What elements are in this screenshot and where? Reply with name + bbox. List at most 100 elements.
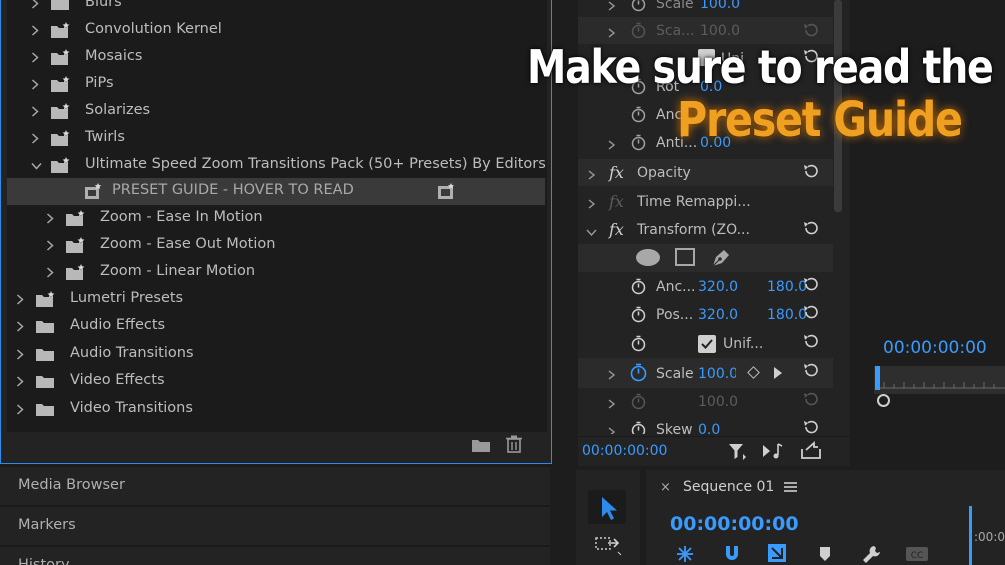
hamburger-menu-icon[interactable]	[784, 481, 797, 497]
tree-item-twirls[interactable]: Twirls	[7, 125, 547, 152]
export-icon[interactable]	[800, 440, 822, 464]
tree-item-zoom-linear[interactable]: Zoom - Linear Motion	[7, 259, 547, 286]
chevron-right-icon[interactable]	[16, 404, 26, 415]
chevron-down-icon[interactable]	[31, 162, 42, 172]
chevron-right-icon[interactable]	[46, 213, 56, 224]
close-icon[interactable]: ×	[660, 480, 671, 495]
chevron-right-icon[interactable]	[16, 376, 26, 387]
tree-item-zoom-ease-out[interactable]: Zoom - Ease Out Motion	[7, 232, 547, 259]
uniform-scale-checkbox[interactable]	[698, 335, 716, 353]
tree-item-audio-effects[interactable]: Audio Effects	[7, 313, 547, 340]
track-select-tool-icon[interactable]	[594, 534, 622, 560]
ec-row-opacity[interactable]: fx Opacity	[578, 159, 833, 186]
tree-item-video-effects[interactable]: Video Effects	[7, 368, 547, 395]
tree-item-ultimate-speed-zoom-pack[interactable]: Ultimate Speed Zoom Transitions Pack (50…	[7, 152, 547, 179]
add-keyframe-icon[interactable]	[747, 366, 760, 379]
reset-icon[interactable]	[803, 220, 820, 241]
tree-item-pips[interactable]: PiPs	[7, 71, 547, 98]
snap-icon[interactable]	[674, 544, 696, 565]
scale-top-value[interactable]: 100.0	[700, 0, 740, 12]
tree-item-audio-transitions[interactable]: Audio Transitions	[7, 341, 547, 368]
position-x-value[interactable]: 320.0	[698, 307, 738, 323]
chevron-right-icon[interactable]	[608, 425, 616, 434]
playhead-icon[interactable]	[875, 366, 880, 390]
reset-icon[interactable]	[803, 362, 820, 383]
sequence-tab-label[interactable]: Sequence 01	[683, 479, 774, 495]
chevron-right-icon[interactable]	[588, 197, 596, 213]
new-bin-folder-icon[interactable]	[471, 437, 491, 453]
insert-edit-icon[interactable]	[767, 543, 787, 565]
chevron-right-icon[interactable]	[31, 133, 41, 144]
reset-icon[interactable]	[803, 276, 820, 297]
stopwatch-icon[interactable]	[630, 306, 647, 327]
tree-item-video-transitions[interactable]: Video Transitions	[7, 396, 547, 423]
tree-item-label: Ultimate Speed Zoom Transitions Pack (50…	[85, 156, 547, 172]
chevron-right-icon[interactable]	[31, 0, 41, 9]
reset-icon[interactable]	[803, 333, 820, 354]
stopwatch-icon[interactable]	[630, 278, 647, 299]
chevron-right-icon[interactable]	[588, 168, 596, 184]
tree-item-mosaics[interactable]: Mosaics	[7, 44, 547, 71]
scale-value[interactable]: 100.0	[698, 366, 736, 382]
ec-row-time-remapping[interactable]: fx Time Remappi...	[578, 188, 833, 215]
reset-icon[interactable]	[803, 419, 820, 434]
stopwatch-icon[interactable]	[630, 0, 647, 16]
timeline-timecode[interactable]: 00:00:00:00	[670, 513, 799, 535]
chevron-right-icon[interactable]	[16, 294, 26, 305]
chevron-right-icon[interactable]	[31, 106, 41, 117]
stopwatch-active-icon[interactable]	[629, 363, 648, 386]
tree-item-lumetri-presets[interactable]: Lumetri Presets	[7, 286, 547, 313]
tab-history[interactable]: History	[0, 545, 550, 565]
effect-controls-timecode[interactable]: 00:00:00:00	[582, 443, 667, 459]
playhead-handle-icon[interactable]	[877, 394, 890, 407]
tab-markers[interactable]: Markers	[0, 505, 550, 545]
wrench-settings-icon[interactable]	[861, 544, 881, 565]
skew-value[interactable]: 0.0	[698, 422, 720, 434]
position-y-value[interactable]: 180.0	[767, 307, 807, 323]
stopwatch-icon[interactable]	[630, 134, 647, 155]
tree-item-blurs[interactable]: Blurs	[7, 0, 547, 17]
folder-icon	[35, 401, 55, 417]
tab-media-browser[interactable]: Media Browser	[0, 465, 550, 505]
chevron-right-icon[interactable]	[31, 79, 41, 90]
chevron-right-icon[interactable]	[31, 25, 41, 36]
timeline-playhead[interactable]	[969, 506, 972, 565]
chevron-right-icon[interactable]	[608, 138, 616, 154]
tree-item-zoom-ease-in[interactable]: Zoom - Ease In Motion	[7, 205, 547, 232]
program-monitor-timecode[interactable]: 00:00:00:00	[883, 338, 987, 358]
fx-icon[interactable]: fx	[609, 220, 624, 239]
next-keyframe-icon[interactable]	[773, 366, 783, 384]
anchor-y-value[interactable]: 180.0	[767, 279, 807, 295]
add-marker-icon[interactable]	[819, 546, 831, 565]
chevron-right-icon[interactable]	[608, 368, 616, 384]
linked-selection-magnet-icon[interactable]	[723, 544, 741, 565]
selection-tool-icon[interactable]	[588, 490, 626, 524]
chevron-down-icon[interactable]	[586, 225, 597, 241]
captions-icon[interactable]: CC	[905, 546, 929, 565]
fx-icon[interactable]: fx	[609, 163, 624, 182]
reset-icon[interactable]	[803, 304, 820, 325]
chevron-right-icon[interactable]	[46, 240, 56, 251]
chevron-right-icon[interactable]	[16, 321, 26, 332]
tree-item-preset-guide[interactable]: PRESET GUIDE - HOVER TO READ	[7, 178, 545, 205]
anchor-x-value[interactable]: 320.0	[698, 279, 738, 295]
tree-item-convolution-kernel[interactable]: Convolution Kernel	[7, 17, 547, 44]
filter-icon[interactable]	[728, 442, 748, 464]
tree-item-solarizes[interactable]: Solarizes	[7, 98, 547, 125]
chevron-right-icon[interactable]	[608, 397, 616, 413]
monitor-time-ruler[interactable]	[874, 366, 1005, 394]
ellipse-mask-icon[interactable]	[636, 249, 660, 266]
stopwatch-icon[interactable]	[630, 421, 647, 434]
chevron-right-icon[interactable]	[31, 52, 41, 63]
play-audio-icon[interactable]	[762, 442, 784, 464]
reset-icon[interactable]	[803, 163, 820, 184]
chevron-right-icon[interactable]	[46, 267, 56, 278]
chevron-right-icon[interactable]	[608, 0, 616, 15]
pen-mask-icon[interactable]	[710, 247, 732, 273]
delete-trash-icon[interactable]	[505, 435, 523, 453]
rectangle-mask-icon[interactable]	[675, 248, 695, 266]
reset-icon[interactable]	[803, 391, 820, 412]
ec-row-transform[interactable]: fx Transform (ZO...	[578, 216, 833, 243]
stopwatch-icon[interactable]	[630, 106, 647, 127]
chevron-right-icon[interactable]	[16, 349, 26, 360]
